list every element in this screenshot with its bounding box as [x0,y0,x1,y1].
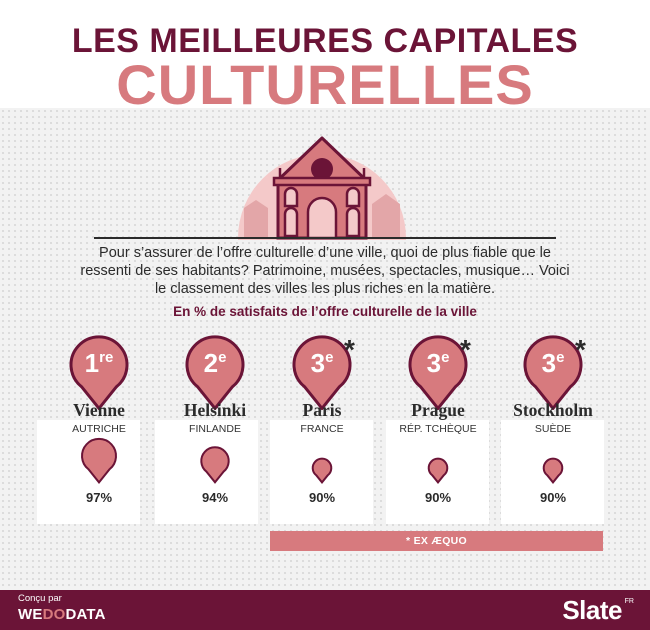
value-pin-icon [200,445,230,484]
slate-logo: Slate [562,595,622,625]
city-name: Prague [411,400,465,420]
wedodata-logo: WEDODATA [18,606,106,623]
rank-label: 2e [203,348,227,378]
city-name: Stockholm [513,400,593,420]
country-name: FRANCE [300,423,344,435]
city-name: Vienne [73,400,125,420]
value-pin-icon [542,457,564,484]
tie-asterisk: * [460,334,471,365]
tie-asterisk: * [575,334,586,365]
value-label: 90% [308,490,336,505]
value-pin-icon [81,437,117,484]
rank-label: 1re [84,348,114,378]
value-label: 90% [539,490,567,505]
value-label: 90% [424,490,452,505]
rank-label: 3e [541,348,565,378]
city-name: Helsinki [183,400,247,420]
value-pin-icon [311,457,333,484]
value-label: 97% [85,490,113,505]
rank-label: 3e [426,348,450,378]
rank-label: 3e [310,348,334,378]
value-pin-icon [427,457,449,484]
slate-edition: FR [624,598,634,605]
city-name: Paris [302,400,342,420]
tie-asterisk: * [344,334,355,365]
ex-aequo-note: * EX ÆQUO [270,531,603,551]
country-name: SUÈDE [534,423,572,435]
country-name: RÉP. TCHÈQUE [399,423,477,435]
value-label: 94% [201,490,229,505]
credit-label: Conçu par [18,593,62,604]
